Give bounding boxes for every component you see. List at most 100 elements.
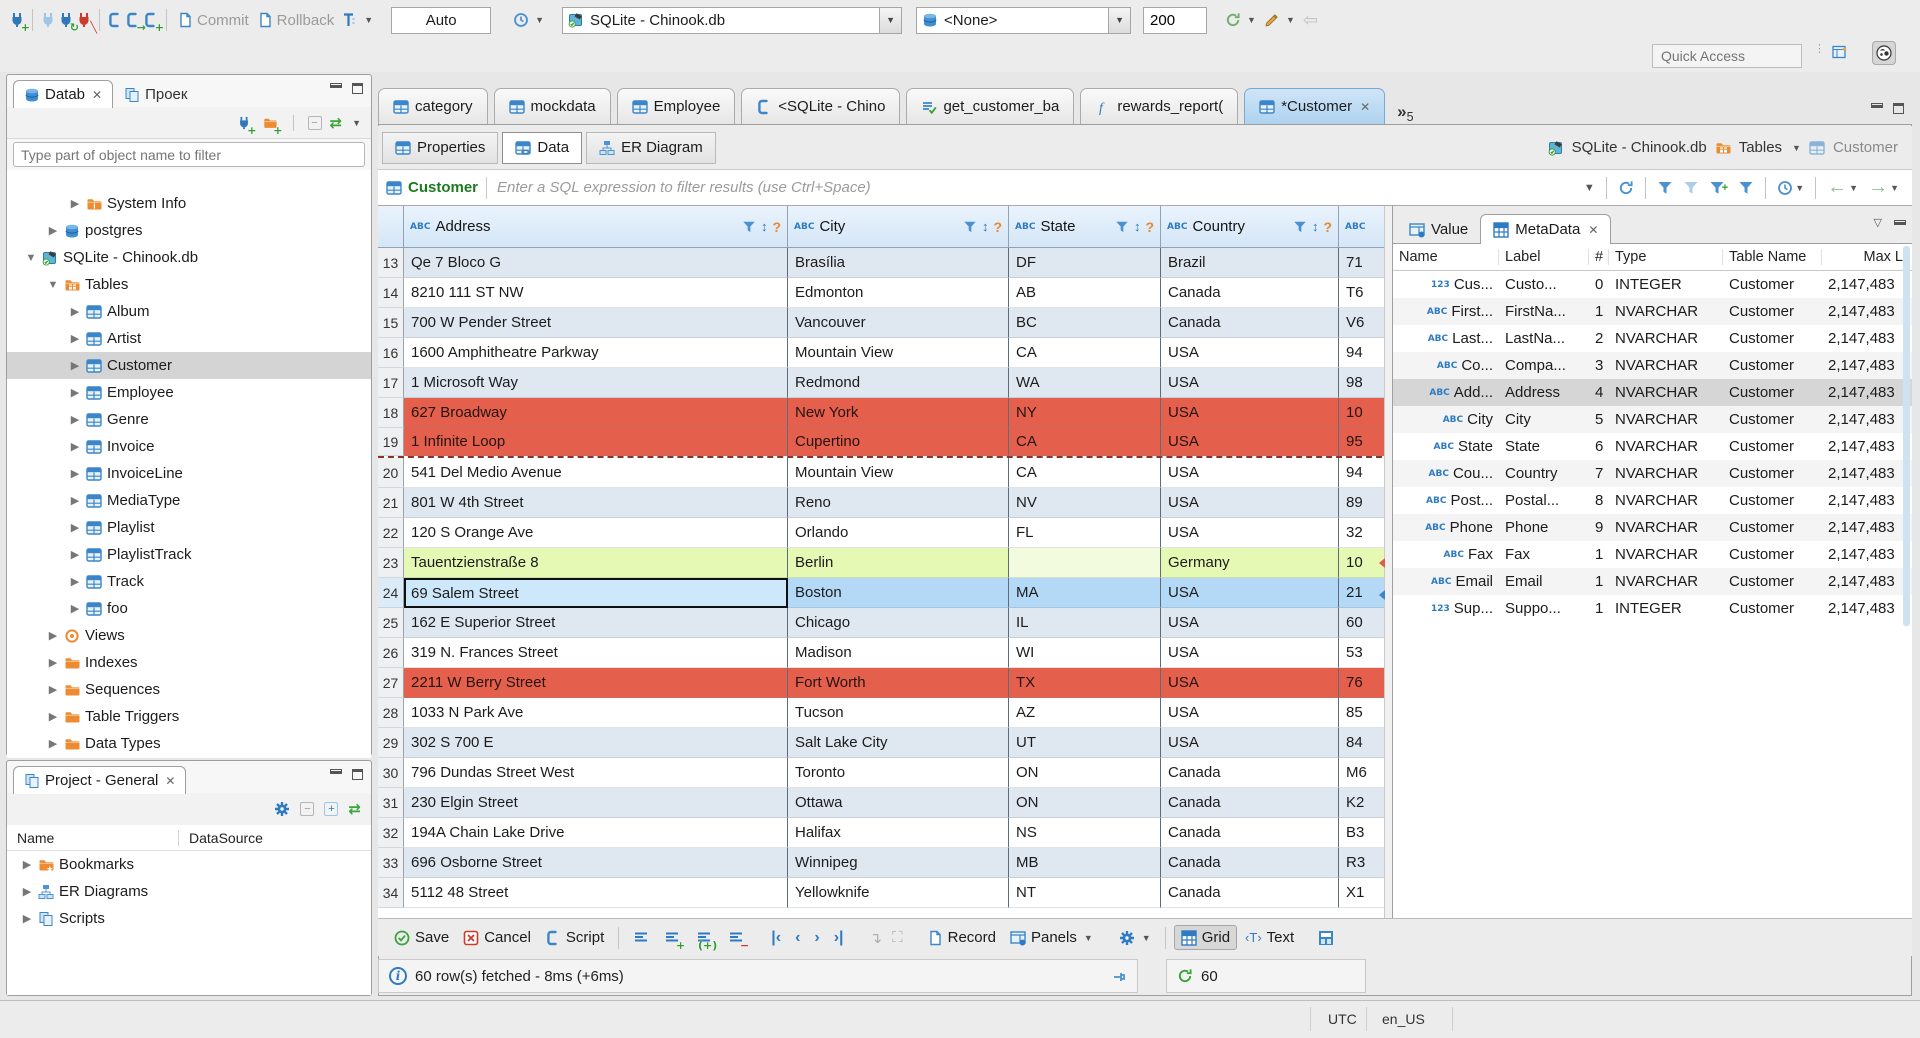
- filter-funnel-icon[interactable]: [1115, 220, 1129, 234]
- tree-expand-icon[interactable]: ▶: [69, 467, 81, 480]
- cell-city[interactable]: Brasília: [788, 248, 1009, 278]
- tree-item-mediatype[interactable]: ▶ MediaType: [7, 487, 371, 514]
- cell-country[interactable]: Canada: [1161, 308, 1339, 338]
- cell-country[interactable]: Germany: [1161, 548, 1339, 578]
- cell-country[interactable]: USA: [1161, 488, 1339, 518]
- cell-country[interactable]: USA: [1161, 638, 1339, 668]
- cell-postal[interactable]: B3: [1339, 818, 1384, 848]
- cell-city[interactable]: Edmonton: [788, 278, 1009, 308]
- cell-state[interactable]: TX: [1009, 668, 1161, 698]
- metadata-row-country[interactable]: ABC Cou... Country 7 NVARCHAR Customer 2,147,4…: [1393, 460, 1912, 487]
- cell-state[interactable]: CA: [1009, 428, 1161, 456]
- next-row-button[interactable]: ›: [808, 929, 825, 947]
- cell-address[interactable]: 302 S 700 E: [404, 728, 788, 758]
- nav-back-button[interactable]: ← ▼: [1827, 176, 1858, 199]
- metadata-row-lastna-[interactable]: ABC Last... LastNa... 2 NVARCHAR Customer 2,14…: [1393, 325, 1912, 352]
- tree-item-customer[interactable]: ▶ Customer: [7, 352, 371, 379]
- cell-city[interactable]: Chicago: [788, 608, 1009, 638]
- cell-country[interactable]: USA: [1161, 338, 1339, 368]
- cell-city[interactable]: Madison: [788, 638, 1009, 668]
- cell-postal[interactable]: 10: [1339, 548, 1384, 578]
- commit-button[interactable]: Commit: [173, 10, 253, 31]
- grid-row-18[interactable]: 18 627 Broadway New York NY USA 10: [378, 398, 1392, 428]
- custom-filter-button[interactable]: [1738, 180, 1754, 196]
- grid-row-30[interactable]: 30 796 Dundas Street West Toronto ON Canada M…: [378, 758, 1392, 788]
- cell-postal[interactable]: 95: [1339, 428, 1384, 456]
- cell-state[interactable]: CA: [1009, 338, 1161, 368]
- tree-expand-icon[interactable]: ▶: [47, 710, 59, 723]
- meta-column-header-name[interactable]: Name: [1393, 249, 1499, 265]
- row-number-cell[interactable]: 20: [378, 458, 404, 488]
- sort-icon[interactable]: ↕: [761, 219, 768, 234]
- close-icon[interactable]: ✕: [1360, 100, 1370, 114]
- pin-icon[interactable]: [1111, 967, 1127, 984]
- navigator-filter-input[interactable]: [13, 142, 365, 167]
- tree-item-artist[interactable]: ▶ Artist: [7, 325, 371, 352]
- cell-country[interactable]: USA: [1161, 368, 1339, 398]
- link-with-editor-button[interactable]: ⇄: [348, 800, 361, 818]
- row-number-cell[interactable]: 27: [378, 668, 404, 698]
- grid-row-14[interactable]: 14 8210 111 ST NW Edmonton AB Canada T6: [378, 278, 1392, 308]
- cell-city[interactable]: Mountain View: [788, 458, 1009, 488]
- tab-value[interactable]: Value: [1397, 215, 1480, 244]
- tree-item-sequences[interactable]: ▶ Sequences: [7, 676, 371, 703]
- breadcrumb-connection[interactable]: SQLite - Chinook.db: [1572, 139, 1707, 156]
- tree-expand-icon[interactable]: ▶: [69, 575, 81, 588]
- tree-expand-icon[interactable]: ▶: [69, 440, 81, 453]
- previous-row-button[interactable]: ‹: [789, 929, 806, 947]
- settings-gear-button[interactable]: [274, 800, 290, 818]
- first-row-button[interactable]: |‹: [765, 929, 787, 947]
- cell-country[interactable]: Canada: [1161, 278, 1339, 308]
- cell-city[interactable]: Halifax: [788, 818, 1009, 848]
- cell-address[interactable]: 801 W 4th Street: [404, 488, 788, 518]
- tree-item-playlisttrack[interactable]: ▶ PlaylistTrack: [7, 541, 371, 568]
- cell-postal[interactable]: V6: [1339, 308, 1384, 338]
- cell-address[interactable]: 700 W Pender Street: [404, 308, 788, 338]
- new-sql-editor-button[interactable]: +: [142, 11, 164, 33]
- maximize-button[interactable]: [352, 769, 363, 780]
- cell-city[interactable]: Tucson: [788, 698, 1009, 728]
- cell-state[interactable]: DF: [1009, 248, 1161, 278]
- cell-address[interactable]: 69 Salem Street: [404, 578, 788, 608]
- row-number-cell[interactable]: 33: [378, 848, 404, 878]
- grid-row-24[interactable]: 24 69 Salem Street Boston MA USA 21: [378, 578, 1392, 608]
- subtab-properties[interactable]: Properties: [382, 131, 499, 164]
- row-number-cell[interactable]: 23: [378, 548, 404, 578]
- grid-row-27[interactable]: 27 2211 W Berry Street Fort Worth TX USA 76: [378, 668, 1392, 698]
- cell-address[interactable]: 796 Dundas Street West: [404, 758, 788, 788]
- editor-tab--sqlite-chino[interactable]: <SQLite - Chino: [741, 88, 901, 124]
- meta-column-header-label[interactable]: Label: [1499, 249, 1589, 265]
- tree-expand-icon[interactable]: ▶: [69, 197, 81, 210]
- fetch-size-input[interactable]: [1143, 6, 1208, 34]
- tab-project-general[interactable]: Project - General ✕: [13, 766, 187, 794]
- close-icon[interactable]: ✕: [1588, 223, 1598, 237]
- row-number-cell[interactable]: 13: [378, 248, 404, 278]
- back-button[interactable]: ⇦: [1299, 8, 1322, 33]
- maximize-button[interactable]: [352, 83, 363, 94]
- editor-tab-rewards-report-[interactable]: rewards_report(: [1080, 88, 1239, 124]
- cell-country[interactable]: USA: [1161, 698, 1339, 728]
- cell-state[interactable]: CA: [1009, 458, 1161, 488]
- cell-state[interactable]: MA: [1009, 578, 1161, 608]
- row-number-cell[interactable]: 28: [378, 698, 404, 728]
- transaction-history-button[interactable]: ▼: [509, 10, 548, 30]
- cell-postal[interactable]: 21: [1339, 578, 1384, 608]
- metadata-row-custo-[interactable]: 123 Cus... Custo... 0 INTEGER Customer 2,147,4…: [1393, 271, 1912, 298]
- cell-state[interactable]: AZ: [1009, 698, 1161, 728]
- cell-city[interactable]: Redmond: [788, 368, 1009, 398]
- minimize-button[interactable]: [330, 83, 342, 88]
- cell-address[interactable]: 1600 Amphitheatre Parkway: [404, 338, 788, 368]
- grid-row-31[interactable]: 31 230 Elgin Street Ottawa ON Canada K2: [378, 788, 1392, 818]
- metadata-row-suppo-[interactable]: 123 Sup... Suppo... 1 INTEGER Customer 2,147,4…: [1393, 595, 1912, 622]
- new-connection-button[interactable]: +: [8, 11, 30, 33]
- cell-city[interactable]: New York: [788, 398, 1009, 428]
- cell-country[interactable]: USA: [1161, 608, 1339, 638]
- editor-tab-get-customer-ba[interactable]: get_customer_ba: [906, 88, 1075, 124]
- cell-postal[interactable]: 32: [1339, 518, 1384, 548]
- tree-item-data-types[interactable]: ▶ Data Types: [7, 730, 371, 757]
- column-header-name[interactable]: Name: [7, 829, 179, 846]
- sort-icon[interactable]: ↕: [1134, 219, 1141, 234]
- grid-row-20[interactable]: 20 541 Del Medio Avenue Mountain View CA USA…: [378, 458, 1392, 488]
- delete-row-button[interactable]: −: [721, 926, 751, 951]
- tab-overflow-indicator[interactable]: »5: [1391, 102, 1419, 124]
